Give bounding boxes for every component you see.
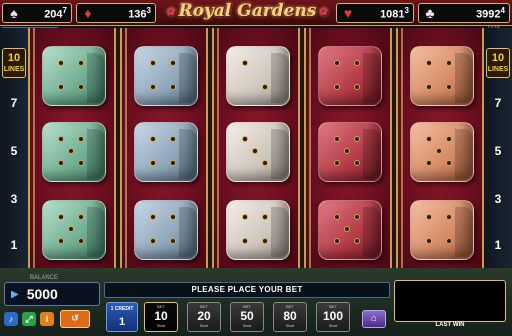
balance-display: ▶ 5000 [4,282,100,306]
dice-symbol [318,122,382,182]
diamond-icon: ♦ [84,5,92,21]
reel-4 [304,28,392,268]
dice-symbol [134,122,198,182]
line-number[interactable]: 7 [484,96,512,110]
line-number[interactable]: 1 [484,238,512,252]
line-markers-right: 10 LINES 7 5 3 1 [484,28,512,268]
top-bar: ♠ 2047 ♦ 1363 ✿ Royal Gardens ✿ ♥ 10813 … [0,0,512,26]
dice-symbol [134,46,198,106]
bet-button-100[interactable]: BET 100 Start [316,302,350,332]
dice-symbol [134,200,198,260]
jackpot-value: 10813 [380,5,409,21]
lines-badge[interactable]: 10 LINES [2,48,26,78]
rose-icon: ✿ [319,7,328,18]
last-win-label: LAST WIN [435,322,465,328]
dice-symbol [42,122,106,182]
jackpot-diamond: ♦ 1363 [76,3,156,23]
arrow-icon: ▶ [11,288,19,300]
game-title: ✿ Royal Gardens ✿ [167,1,328,21]
balance-amount: 5000 [26,286,58,302]
line-number[interactable]: 3 [484,192,512,206]
dice-symbol [42,200,106,260]
rose-icon: ✿ [167,7,176,18]
line-markers-left: 10 LINES 7 5 3 1 [0,28,28,268]
jackpot-value: 1363 [128,5,151,21]
dice-symbol [226,46,290,106]
history-icon[interactable]: ↺ [60,310,90,328]
dice-symbol [226,200,290,260]
line-number[interactable]: 5 [484,144,512,158]
jackpot-heart: ♥ 10813 [336,3,414,23]
balance-label: BALANCE [30,275,59,281]
dice-symbol [318,200,382,260]
speaker-icon[interactable]: ♪ [4,312,18,326]
bet-button-80[interactable]: BET 80 Start [273,302,307,332]
info-icon[interactable]: i [40,312,54,326]
jackpot-spade: ♠ 2047 [2,3,72,23]
credit-button[interactable]: 1 CREDIT 1 [106,302,138,332]
dice-symbol [226,122,290,182]
jackpot-value: 2047 [44,5,67,21]
reel-5 [396,28,484,268]
spade-icon: ♠ [10,5,18,21]
bet-button-50[interactable]: BET 50 Start [230,302,264,332]
line-number[interactable]: 1 [0,238,28,252]
bet-button-20[interactable]: BET 20 Start [187,302,221,332]
bet-button-10[interactable]: BET 10 Start [144,302,178,332]
last-win-display [394,280,506,322]
lines-badge[interactable]: 10 LINES [486,48,510,78]
reel-2 [120,28,208,268]
club-icon: ♣ [425,5,435,21]
dice-symbol [318,46,382,106]
reels-area [28,28,484,268]
reel-3 [212,28,300,268]
line-number[interactable]: 5 [0,144,28,158]
jackpot-club: ♣ 39924 [418,3,510,23]
dice-symbol [410,122,474,182]
dice-symbol [410,46,474,106]
reel-1 [28,28,116,268]
heart-icon: ♥ [343,5,353,21]
dice-symbol [42,46,106,106]
line-number[interactable]: 7 [0,96,28,110]
status-message: PLEASE PLACE YOUR BET [104,282,390,298]
jackpot-value: 39924 [476,5,505,21]
line-number[interactable]: 3 [0,192,28,206]
dice-symbol [410,200,474,260]
fullscreen-icon[interactable]: ⤢ [22,312,36,326]
home-icon[interactable]: ⌂ [362,310,386,328]
